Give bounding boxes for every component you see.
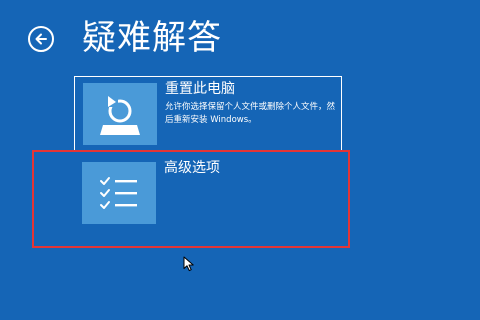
checklist-icon bbox=[82, 162, 156, 224]
reset-pc-icon bbox=[83, 83, 157, 145]
back-button[interactable] bbox=[28, 26, 54, 52]
advanced-options-option[interactable]: 高级选项 bbox=[74, 156, 342, 232]
mouse-cursor-icon bbox=[183, 256, 194, 272]
arrow-left-icon bbox=[35, 33, 47, 45]
reset-pc-option[interactable]: 重置此电脑 允许你选择保留个人文件或删除个人文件，然后重新安装 Windows。 bbox=[74, 76, 342, 152]
reset-pc-title: 重置此电脑 bbox=[165, 81, 235, 97]
reset-pc-description: 允许你选择保留个人文件或删除个人文件，然后重新安装 Windows。 bbox=[165, 102, 336, 125]
advanced-options-title: 高级选项 bbox=[164, 160, 220, 176]
page-title: 疑难解答 bbox=[82, 18, 222, 58]
